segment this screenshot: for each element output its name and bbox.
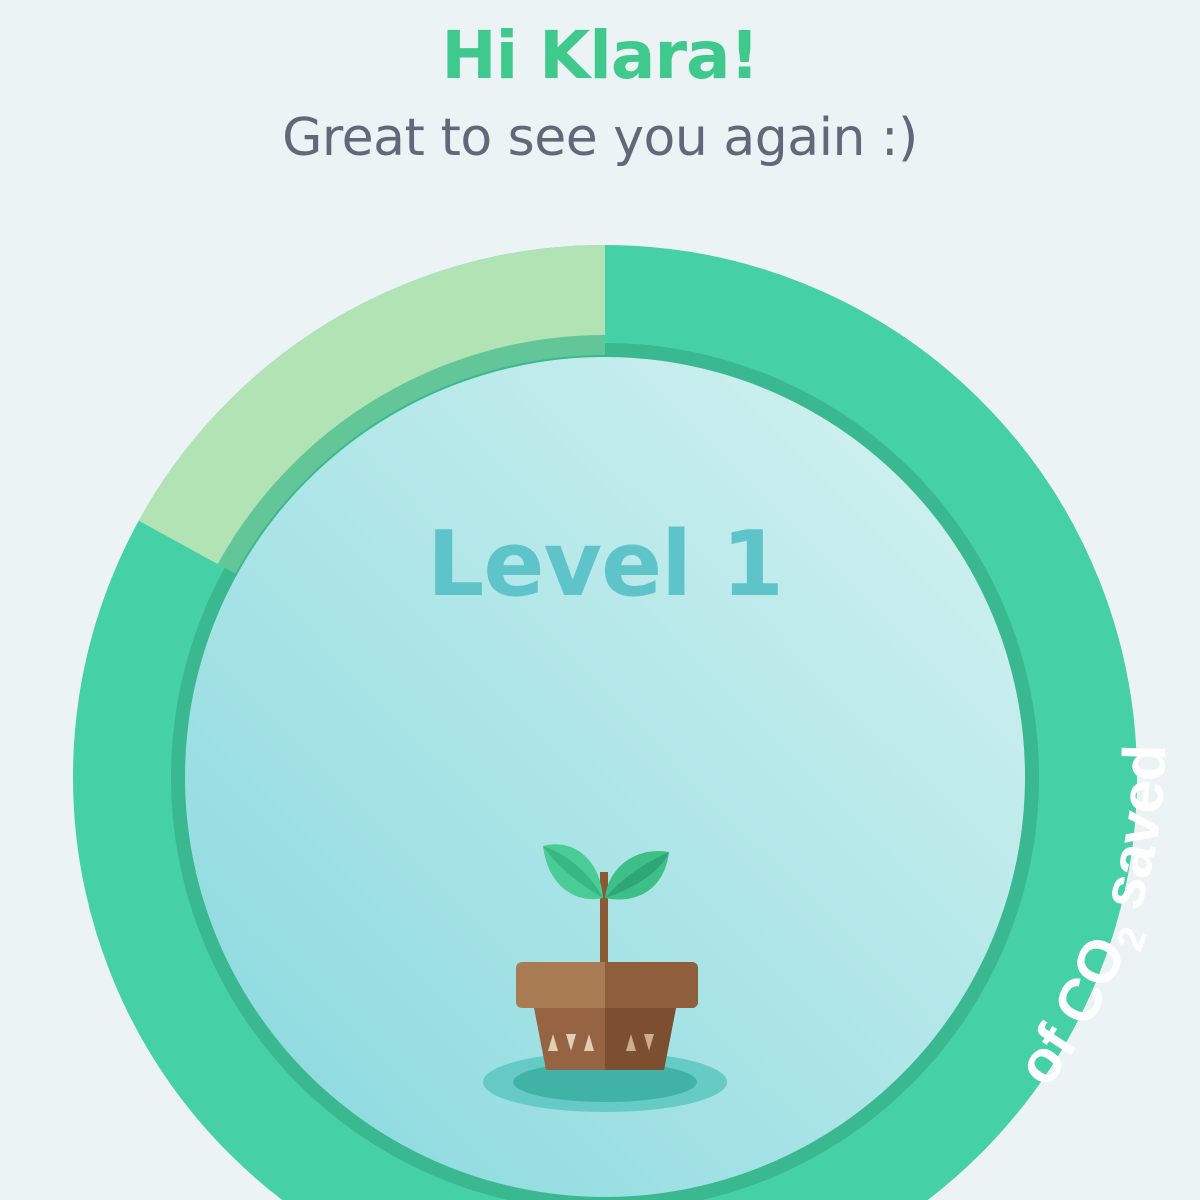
home-screen: Hi Klara! Great to see you again :) of C… [0,0,1200,1200]
level-label: Level 1 [427,512,784,617]
